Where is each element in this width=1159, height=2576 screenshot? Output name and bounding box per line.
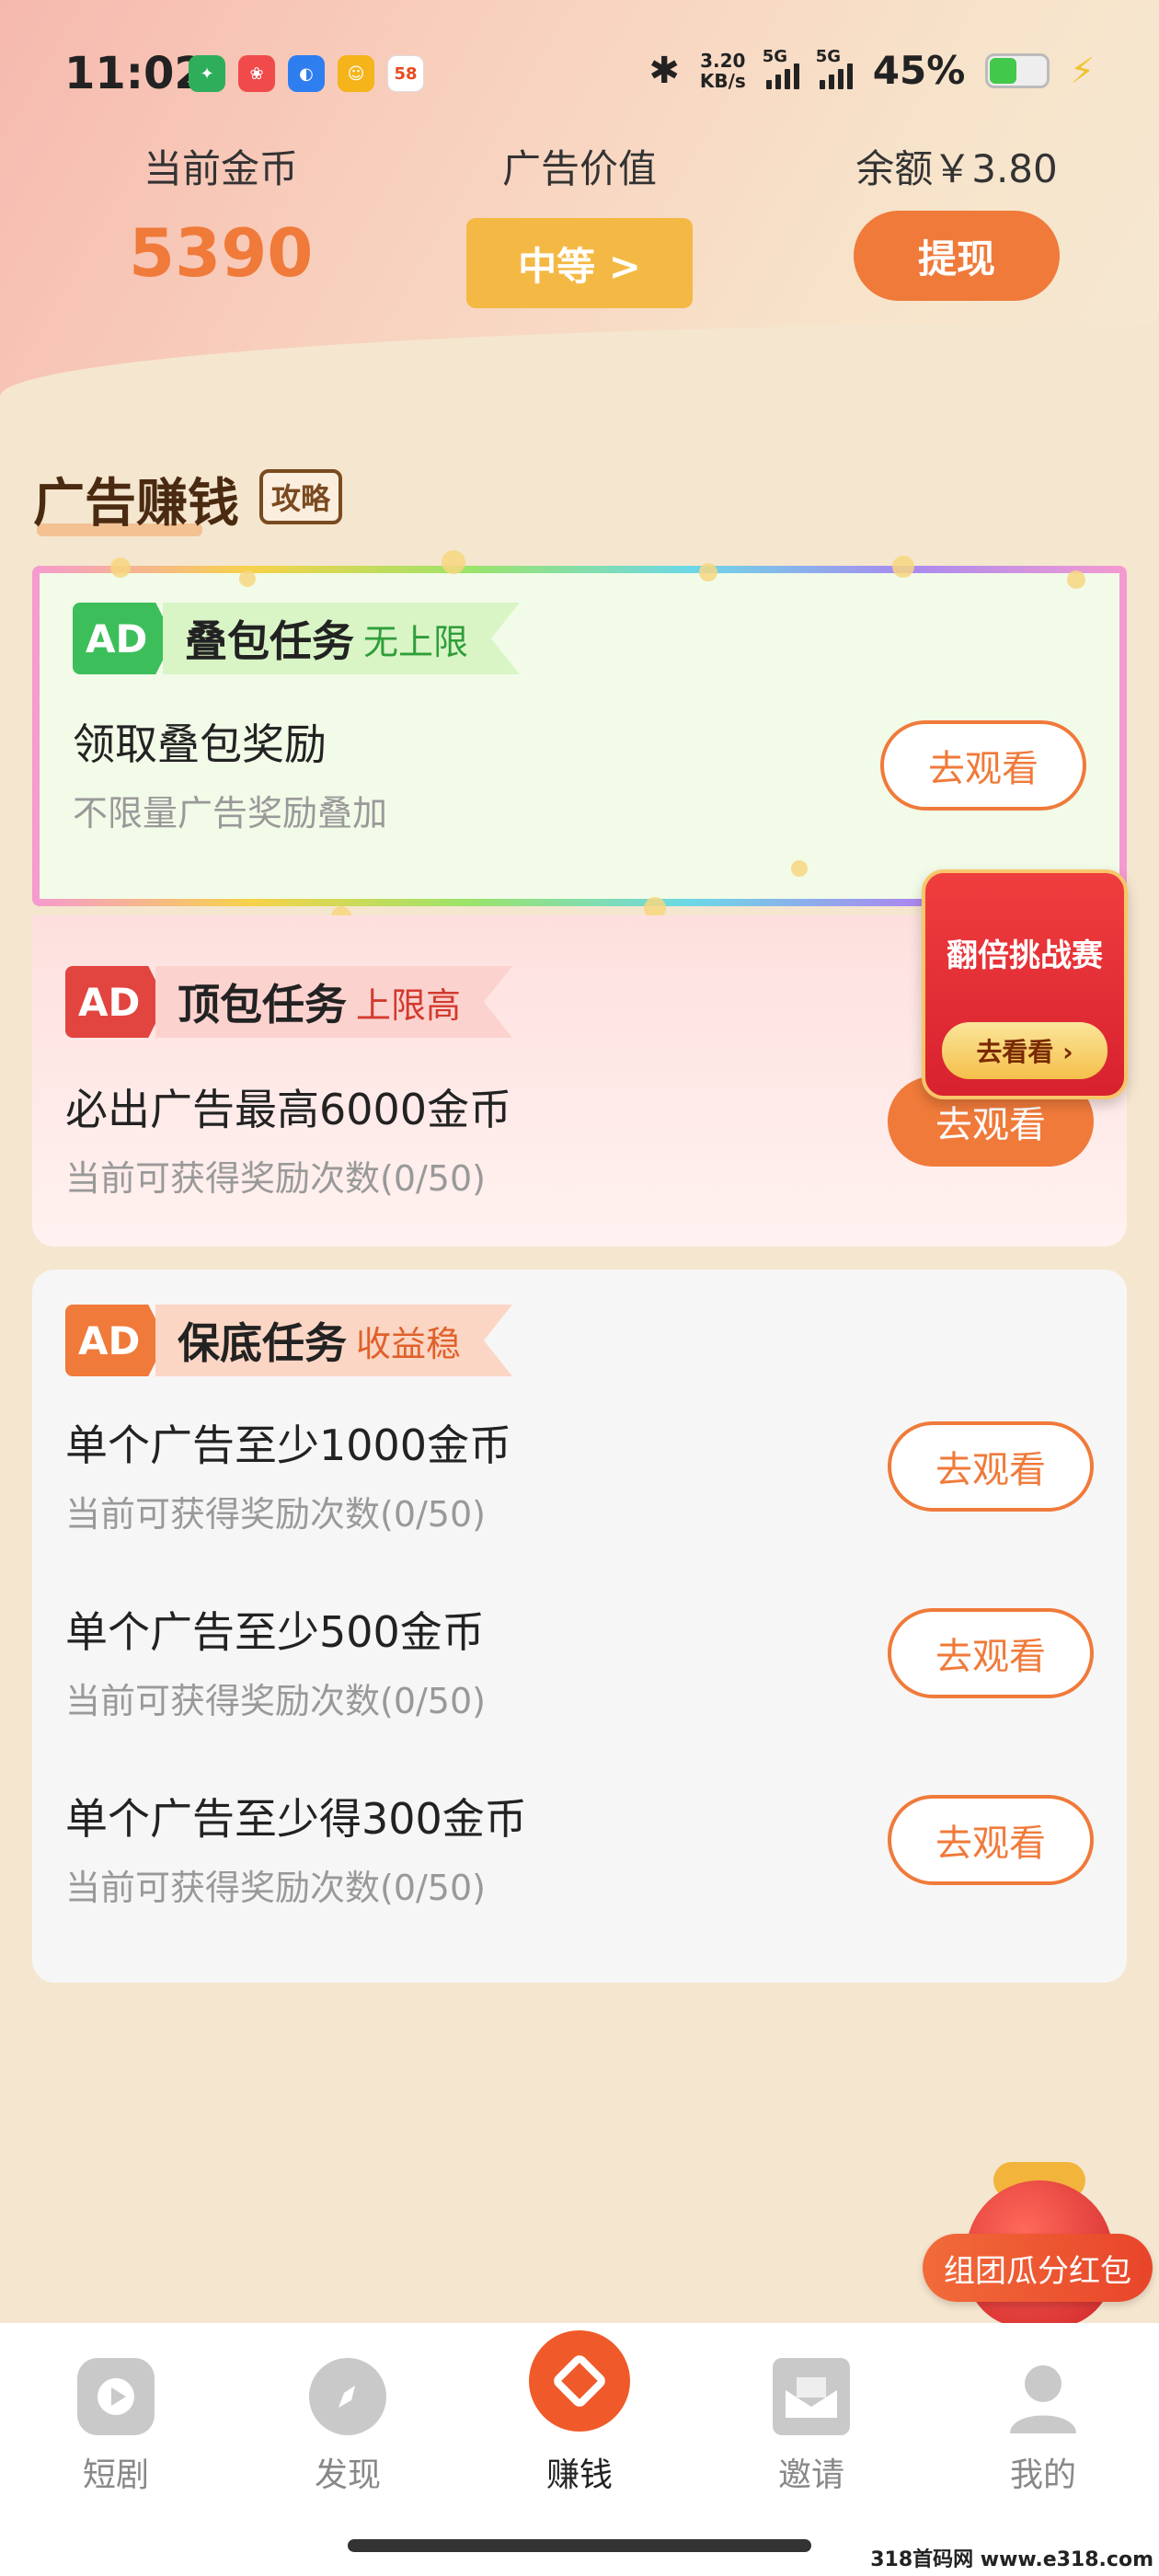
- coins-stat: 当前金币 5390: [129, 138, 313, 292]
- envelope-icon: [773, 2358, 850, 2435]
- ad-badge: AD: [65, 966, 166, 1038]
- ad-badge: AD: [73, 603, 174, 674]
- ad-value-button[interactable]: 中等 >: [466, 218, 693, 308]
- app-icon: ◐: [288, 55, 325, 92]
- double-challenge-promo[interactable]: 翻倍挑战赛 去看看 ›: [922, 869, 1128, 1099]
- task-row: 单个广告至少1000金币 当前可获得奖励次数(0/50) 去观看: [65, 1412, 1094, 1535]
- ad-badge: AD: [65, 1305, 166, 1376]
- task-subtitle: 收益稳: [356, 1323, 462, 1364]
- watch-button[interactable]: 去观看: [888, 1608, 1094, 1698]
- earn-icon: [529, 2330, 630, 2432]
- section-title: 广告赚钱: [33, 462, 239, 536]
- app-icon-58: 58: [387, 55, 424, 92]
- watch-button[interactable]: 去观看: [888, 1795, 1094, 1885]
- confetti: [892, 556, 914, 578]
- task-row: 单个广告至少500金币 当前可获得奖励次数(0/50) 去观看: [65, 1599, 1094, 1721]
- watch-button[interactable]: 去观看: [880, 720, 1086, 811]
- ad-value-stat: 广告价值 中等 >: [460, 138, 699, 308]
- red-packet-button[interactable]: 组团瓜分红包: [923, 2234, 1153, 2302]
- app-icon: ❀: [238, 55, 275, 92]
- coins-label: 当前金币: [143, 146, 298, 191]
- profile-icon: [1004, 2358, 1082, 2435]
- base-task-card: AD 保底任务 收益稳 单个广告至少1000金币 当前可获得奖励次数(0/50)…: [32, 1270, 1127, 1983]
- nav-label: 邀请: [777, 2456, 844, 2494]
- task-row: 单个广告至少得300金币 当前可获得奖励次数(0/50) 去观看: [65, 1786, 1094, 1908]
- ad-value-label: 广告价值: [501, 146, 657, 191]
- battery-percent: 45%: [872, 48, 966, 93]
- watermark: 318首码网 www.e318.com: [870, 2548, 1153, 2571]
- stack-task-header: AD 叠包任务 无上限: [73, 603, 521, 674]
- nav-label: 我的: [1009, 2456, 1076, 2494]
- play-icon: [77, 2358, 155, 2435]
- nav-item-profile[interactable]: 我的: [951, 2358, 1135, 2496]
- bluetooth-icon: ✱: [648, 49, 680, 92]
- task-subtitle: 上限高: [356, 984, 462, 1026]
- task-title: 保底任务: [178, 1318, 347, 1368]
- confetti: [110, 558, 131, 578]
- nav-label: 赚钱: [545, 2456, 613, 2494]
- promo-button[interactable]: 去看看 ›: [942, 1022, 1107, 1079]
- nav-item-drama[interactable]: 短剧: [24, 2358, 208, 2496]
- balance-stat: 余额￥3.80 提现: [819, 138, 1095, 301]
- home-indicator[interactable]: [348, 2539, 811, 2552]
- bottom-nav: 短剧 发现 赚钱 邀请 我的: [0, 2323, 1159, 2576]
- guide-button[interactable]: 攻略: [259, 469, 342, 524]
- task-row: 领取叠包奖励 不限量广告奖励叠加 去观看: [73, 711, 1086, 834]
- withdraw-button[interactable]: 提现: [854, 211, 1060, 301]
- task-title: 叠包任务: [185, 616, 354, 666]
- app-icon: ☺: [338, 55, 374, 92]
- app-icon: ✦: [189, 55, 225, 92]
- confetti: [239, 570, 256, 587]
- confetti: [442, 550, 465, 574]
- top-task-header: AD 顶包任务 上限高: [65, 966, 513, 1038]
- watch-button[interactable]: 去观看: [888, 1421, 1094, 1512]
- signal-icon: 5G: [763, 47, 799, 89]
- balance-label: 余额￥3.80: [855, 146, 1058, 191]
- status-bar: 11:02 ✦ ❀ ◐ ☺ 58 ✱ 3.20 KB/s 5G 5G 45% ⚡: [0, 0, 1159, 147]
- notification-app-icons: ✦ ❀ ◐ ☺ 58: [189, 55, 424, 92]
- battery-icon: [985, 52, 1050, 88]
- status-time: 11:02: [64, 48, 205, 99]
- compass-icon: [309, 2358, 386, 2435]
- nav-label: 发现: [314, 2456, 381, 2494]
- network-speed: 3.20 KB/s: [699, 49, 746, 92]
- nav-item-discover[interactable]: 发现: [256, 2358, 440, 2496]
- charging-icon: ⚡: [1070, 50, 1095, 91]
- nav-item-earn[interactable]: 赚钱: [488, 2330, 671, 2496]
- task-title: 顶包任务: [178, 980, 347, 1029]
- promo-title: 翻倍挑战赛: [947, 937, 1103, 974]
- base-task-header: AD 保底任务 收益稳: [65, 1305, 513, 1376]
- stack-task-card: AD 叠包任务 无上限 领取叠包奖励 不限量广告奖励叠加 去观看: [32, 566, 1127, 906]
- nav-item-invite[interactable]: 邀请: [719, 2358, 903, 2496]
- task-subtitle: 无上限: [363, 621, 469, 662]
- signal-icon: 5G: [816, 47, 853, 89]
- coins-value: 5390: [129, 214, 314, 292]
- confetti: [699, 563, 717, 581]
- confetti: [1067, 570, 1085, 589]
- nav-label: 短剧: [82, 2456, 149, 2494]
- confetti: [791, 860, 808, 877]
- system-icons: ✱ 3.20 KB/s 5G 5G 45% ⚡: [648, 47, 1095, 94]
